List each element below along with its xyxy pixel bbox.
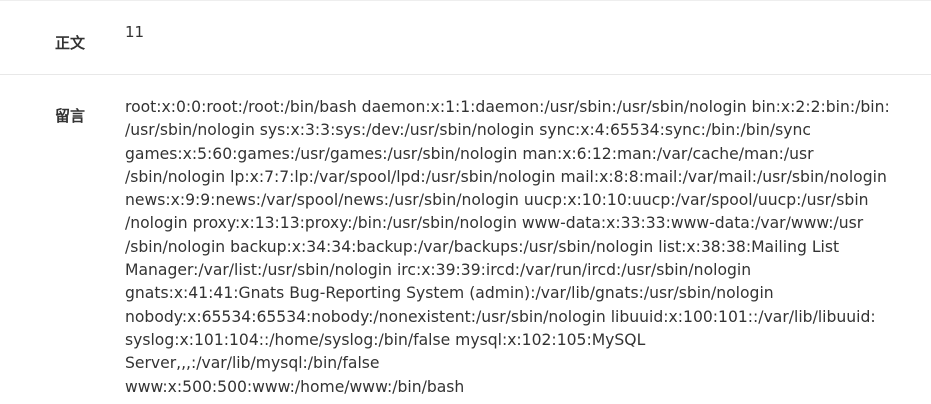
body-value: 11: [125, 23, 145, 41]
detail-table: 正文 11 留言 root:x:0:0:root:/root:/bin/bash…: [0, 0, 931, 399]
message-value: root:x:0:0:root:/root:/bin/bash daemon:x…: [125, 98, 890, 396]
detail-row-message: 留言 root:x:0:0:root:/root:/bin/bash daemo…: [0, 75, 931, 399]
body-label: 正文: [55, 34, 86, 52]
detail-row-body: 正文 11: [0, 1, 931, 75]
message-label: 留言: [55, 107, 86, 125]
